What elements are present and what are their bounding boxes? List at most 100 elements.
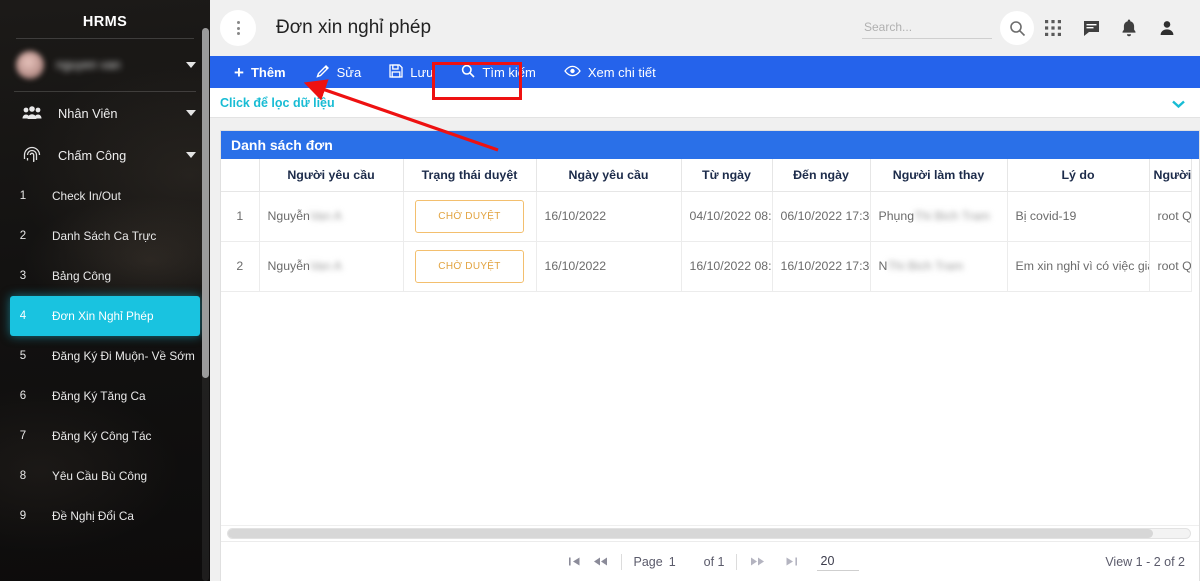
horizontal-scrollbar[interactable] xyxy=(221,525,1199,541)
redacted-name: Van A xyxy=(309,209,342,224)
table-col-header[interactable]: Ngày yêu cầu xyxy=(536,159,682,192)
table-col-header[interactable]: Lý do xyxy=(1007,159,1150,192)
page-prev-icon[interactable] xyxy=(587,550,613,574)
avatar xyxy=(16,51,44,79)
chevron-down-icon[interactable] xyxy=(186,152,196,158)
page-first-icon[interactable] xyxy=(561,550,587,574)
pencil-icon xyxy=(316,64,330,81)
redacted-name: Thi Bich Tram xyxy=(914,209,990,224)
requester-cell: Nguyễn Van A xyxy=(259,191,404,242)
table-col-header[interactable]: Người làm thay xyxy=(870,159,1008,192)
chevron-down-icon[interactable] xyxy=(186,110,196,116)
page-label: Page xyxy=(633,554,663,569)
sidebar-group-label: Nhân Viên xyxy=(58,105,118,121)
view-detail-button-label: Xem chi tiết xyxy=(587,64,656,80)
sidebar-item-1[interactable]: 1 Check In/Out xyxy=(10,176,200,216)
request-date-cell: 16/10/2022 xyxy=(536,191,682,242)
records-table: Người yêu cầu Trạng thái duyệt Ngày yêu cầ… xyxy=(221,159,1192,292)
save-button[interactable]: Lưu xyxy=(375,56,447,88)
sidebar-item-2[interactable]: 2 Danh Sách Ca Trực xyxy=(10,216,200,256)
pager-divider xyxy=(621,553,623,570)
view-range-info: View 1 - 2 of 2 xyxy=(1105,554,1185,569)
table-body: 1 Nguyễn Van A CHỜ DUYỆT 16/10/2022 04/10/20… xyxy=(221,191,1192,292)
redacted-name: Van A xyxy=(309,259,342,274)
panel-title: Danh sách đơn xyxy=(221,131,1199,159)
sidebar-group-nhan-vien[interactable]: Nhân Viên xyxy=(0,92,210,134)
filter-bar[interactable]: Click để lọc dữ liệu xyxy=(210,88,1200,118)
app-brand: HRMS xyxy=(82,14,128,30)
sidebar-item-4[interactable]: 4 Đơn Xin Nghỉ Phép xyxy=(10,296,200,336)
hscrollbar-track[interactable] xyxy=(227,528,1191,539)
table-col-header[interactable] xyxy=(221,159,260,192)
table-row[interactable]: 2 Nguyễn Van A CHỜ DUYỆT 16/10/2022 16/10/20… xyxy=(221,241,1192,292)
sidebar-scrollbar-thumb[interactable] xyxy=(202,28,209,378)
more-vertical-icon[interactable] xyxy=(220,10,256,46)
requester-name: Nguyễn xyxy=(267,258,310,273)
table-header-row: Người yêu cầu Trạng thái duyệt Ngày yêu cầ… xyxy=(221,159,1192,192)
header-actions xyxy=(862,0,1200,56)
table-col-header[interactable]: Đến ngày xyxy=(772,159,871,192)
sidebar-item-7[interactable]: 7 Đăng Ký Công Tác xyxy=(10,416,200,456)
sidebar-item-label: Yêu Cầu Bù Công xyxy=(52,469,148,483)
page-size-input[interactable] xyxy=(816,552,859,571)
filter-label[interactable]: Click để lọc dữ liệu xyxy=(220,96,335,110)
edit-button[interactable]: Sửa xyxy=(302,56,376,88)
table-col-header[interactable]: Người xyxy=(1149,159,1192,192)
sidebar-item-number: 9 xyxy=(19,510,27,522)
search-input[interactable] xyxy=(862,17,992,39)
chevron-down-icon[interactable] xyxy=(186,62,196,68)
sidebar-item-number: 2 xyxy=(19,230,27,242)
sidebar-item-label: Check In/Out xyxy=(52,189,121,203)
page-total: of 1 xyxy=(703,554,725,569)
user-account-icon[interactable] xyxy=(1148,6,1186,50)
page-number[interactable]: 1 xyxy=(666,555,679,569)
add-button-label: Thêm xyxy=(250,64,286,80)
sidebar-group-cham-cong[interactable]: Chấm Công xyxy=(0,134,210,176)
fingerprint-icon xyxy=(22,145,46,165)
redacted-name: Thi Bich Tram xyxy=(887,259,964,274)
approver-cell: root Q1 xyxy=(1149,191,1192,242)
sidebar-item-6[interactable]: 6 Đăng Ký Tăng Ca xyxy=(10,376,200,416)
plus-icon: + xyxy=(234,62,244,82)
add-button[interactable]: + Thêm xyxy=(224,56,302,88)
top-header: Đơn xin nghỉ phép xyxy=(210,0,1200,56)
bell-icon[interactable] xyxy=(1110,6,1148,50)
sidebar-item-9[interactable]: 9 Đề Nghị Đổi Ca xyxy=(10,496,200,536)
page-title: Đơn xin nghỉ phép xyxy=(276,17,432,38)
sidebar-item-8[interactable]: 8 Yêu Cầu Bù Công xyxy=(10,456,200,496)
sidebar-item-number: 5 xyxy=(19,350,27,362)
records-panel: Danh sách đơn Người yêu cầu Trạng thái du… xyxy=(220,130,1200,581)
save-disk-icon xyxy=(389,63,403,81)
chevron-down-icon[interactable] xyxy=(1171,96,1186,114)
status-badge-cell: CHỜ DUYỆT xyxy=(403,241,537,292)
page-next-icon[interactable] xyxy=(745,550,771,574)
search-box[interactable] xyxy=(862,17,992,39)
view-detail-button[interactable]: Xem chi tiết xyxy=(550,56,670,88)
sidebar-item-number: 8 xyxy=(19,470,27,482)
sidebar-item-number: 4 xyxy=(19,310,27,322)
table-col-header[interactable]: Trạng thái duyệt xyxy=(403,159,537,192)
sidebar-item-label: Đăng Ký Tăng Ca xyxy=(52,389,146,403)
search-button-label: Tìm kiếm xyxy=(482,64,536,80)
grid-apps-icon[interactable] xyxy=(1034,6,1072,50)
table-col-header[interactable]: Người yêu cầu xyxy=(259,159,404,192)
from-date-cell: 16/10/2022 08:00 xyxy=(681,241,773,292)
hscrollbar-thumb[interactable] xyxy=(228,529,1153,538)
search-icon[interactable] xyxy=(1000,11,1034,45)
table-row[interactable]: 1 Nguyễn Van A CHỜ DUYỆT 16/10/2022 04/10/20… xyxy=(221,191,1192,242)
user-profile[interactable]: nguyen van xyxy=(0,39,210,91)
row-index: 1 xyxy=(221,191,260,242)
main-content: Đơn xin nghỉ phép Search... + Thêm Sửa L… xyxy=(210,0,1200,581)
sidebar-item-number: 6 xyxy=(19,390,27,402)
table-col-header[interactable]: Từ ngày xyxy=(681,159,773,192)
page-last-icon[interactable] xyxy=(779,550,805,574)
from-date-cell: 04/10/2022 08:00 xyxy=(681,191,773,242)
sidebar-item-list: 1 Check In/Out 2 Danh Sách Ca Trực 3 Bảng Côn… xyxy=(0,176,210,536)
eye-icon xyxy=(564,65,581,80)
search-button[interactable]: Tìm kiếm xyxy=(447,56,549,88)
user-name: nguyen van xyxy=(56,58,121,72)
chat-bubble-icon[interactable] xyxy=(1072,6,1110,50)
status-badge-cell: CHỜ DUYỆT xyxy=(403,191,537,242)
sidebar-item-3[interactable]: 3 Bảng Công xyxy=(10,256,200,296)
sidebar-item-5[interactable]: 5 Đăng Ký Đi Muộn- Về Sớm xyxy=(10,336,200,376)
